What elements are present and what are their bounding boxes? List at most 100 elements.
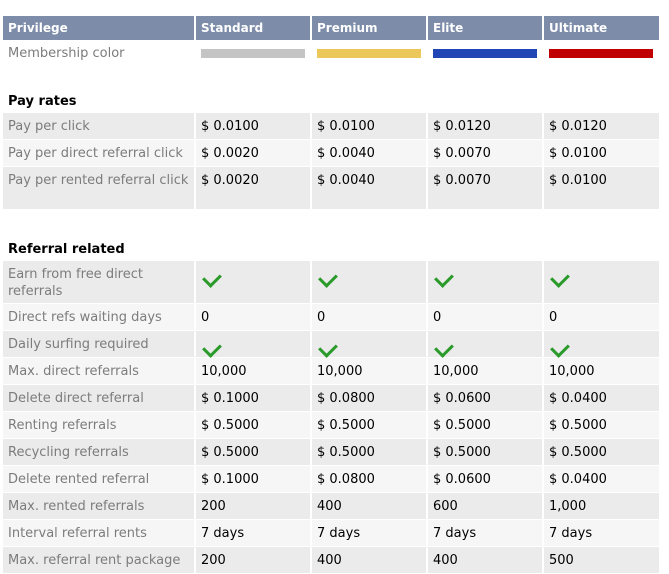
value-cell-ultimate: $ 0.5000 (549, 445, 607, 460)
value-cell-premium: 0 (312, 304, 428, 330)
row-label: Earn from free direct referrals (3, 261, 196, 303)
table-row: Interval referral rents 7 days 7 days 7 day… (3, 520, 659, 547)
value-cell-premium: 7 days (312, 520, 428, 546)
value-cell-standard: 7 days (196, 520, 312, 546)
checkmark-icon (550, 268, 570, 288)
checkmark-icon (434, 268, 454, 288)
value-cell-premium (312, 331, 428, 358)
row-label: Direct refs waiting days (3, 304, 196, 330)
table-row: Max. direct referrals 10,000 10,000 10,000 1… (3, 358, 659, 385)
value-cell-standard: $ 0.0020 (196, 140, 312, 166)
table-row: Pay per click $ 0.0100 $ 0.0100 $ 0.0120 $ 0… (3, 113, 659, 140)
value-cell-ultimate: $ 0.5000 (549, 418, 607, 433)
color-swatch-ultimate (549, 49, 653, 58)
table-row: Direct refs waiting days 0 0 0 0 (3, 304, 659, 331)
value-cell-elite: $ 0.0070 (428, 167, 544, 209)
value-cell-standard (196, 331, 312, 358)
header-plan-elite: Elite (428, 16, 544, 40)
row-label: Max. direct referrals (3, 358, 196, 384)
section-referral-related: Referral related (3, 210, 659, 261)
row-label: Pay per rented referral click (3, 167, 196, 209)
table-row: Delete rented referral $ 0.1000 $ 0.0800 $ … (3, 466, 659, 493)
membership-color-label: Membership color (3, 41, 196, 65)
value-cell-standard: $ 0.5000 (196, 439, 312, 465)
table-row: Daily surfing required (3, 331, 659, 358)
value-cell-elite: $ 0.5000 (428, 412, 544, 438)
value-cell-elite: $ 0.0600 (428, 385, 544, 411)
value-cell-elite: 7 days (428, 520, 544, 546)
value-cell-elite: $ 0.0120 (428, 113, 544, 139)
value-cell-standard (196, 261, 312, 303)
value-cell-elite: $ 0.0070 (428, 140, 544, 166)
value-cell-premium: 400 (312, 493, 428, 519)
checkmark-icon (434, 338, 454, 358)
value-cell-standard: $ 0.0100 (196, 113, 312, 139)
value-cell-standard: 10,000 (196, 358, 312, 384)
checkmark-icon (202, 338, 222, 358)
row-label: Pay per click (3, 113, 196, 139)
value-cell-ultimate: $ 0.0120 (549, 119, 607, 134)
value-cell-standard: $ 0.0020 (196, 167, 312, 209)
value-cell-premium: $ 0.0040 (312, 140, 428, 166)
value-cell-premium (312, 261, 428, 303)
checkmark-icon (318, 268, 338, 288)
value-cell-premium: $ 0.0800 (312, 466, 428, 492)
header-plan-standard: Standard (196, 16, 312, 40)
table-row: Pay per direct referral click $ 0.0020 $ 0… (3, 140, 659, 167)
value-cell-elite: $ 0.5000 (428, 439, 544, 465)
value-cell-elite (428, 331, 544, 358)
row-label: Delete rented referral (3, 466, 196, 492)
color-swatch-elite (433, 49, 537, 58)
value-cell-ultimate (544, 331, 659, 358)
row-label: Recycling referrals (3, 439, 196, 465)
value-cell-ultimate: 10,000 (549, 364, 595, 379)
value-cell-elite: 400 (428, 547, 544, 573)
value-cell-ultimate: 7 days (549, 526, 593, 541)
table-row: Max. rented referrals 200 400 600 1,000 (3, 493, 659, 520)
value-cell-premium: $ 0.5000 (312, 439, 428, 465)
value-cell-premium: $ 0.0800 (312, 385, 428, 411)
table-row: Max. referral rent package 200 400 400 500 (3, 547, 659, 574)
privileges-table: Privilege Standard Premium Elite Ultimat… (3, 16, 659, 574)
value-cell-elite: 600 (428, 493, 544, 519)
value-cell-premium: 400 (312, 547, 428, 573)
row-label: Max. referral rent package (3, 547, 196, 573)
header-plan-ultimate: Ultimate (549, 21, 608, 35)
value-cell-ultimate: 1,000 (549, 499, 587, 514)
table-header: Privilege Standard Premium Elite Ultimat… (3, 16, 659, 41)
value-cell-premium: $ 0.5000 (312, 412, 428, 438)
color-swatch-standard (201, 49, 305, 58)
row-label: Max. rented referrals (3, 493, 196, 519)
value-cell-elite: $ 0.0600 (428, 466, 544, 492)
row-label: Pay per direct referral click (3, 140, 196, 166)
value-cell-elite: 10,000 (428, 358, 544, 384)
value-cell-standard: 200 (196, 547, 312, 573)
header-privilege: Privilege (3, 16, 196, 40)
checkmark-icon (318, 338, 338, 358)
value-cell-ultimate: 0 (549, 310, 558, 325)
value-cell-elite (428, 261, 544, 303)
header-plan-premium: Premium (312, 16, 428, 40)
value-cell-standard: $ 0.1000 (196, 466, 312, 492)
value-cell-ultimate: $ 0.0400 (549, 472, 607, 487)
value-cell-ultimate: 500 (549, 553, 574, 568)
row-label: Daily surfing required (3, 331, 196, 357)
value-cell-ultimate (544, 261, 659, 303)
value-cell-premium: 10,000 (312, 358, 428, 384)
value-cell-elite: 0 (428, 304, 544, 330)
table-row: Delete direct referral $ 0.1000 $ 0.0800 $ … (3, 385, 659, 412)
value-cell-ultimate: $ 0.0400 (549, 391, 607, 406)
value-cell-premium: $ 0.0100 (312, 113, 428, 139)
section-pay-rates: Pay rates (3, 66, 659, 113)
section-title: Referral related (3, 242, 659, 260)
value-cell-standard: $ 0.1000 (196, 385, 312, 411)
table-row: Pay per rented referral click $ 0.0020 $ 0… (3, 167, 659, 210)
value-cell-ultimate: $ 0.0100 (549, 173, 607, 188)
checkmark-icon (202, 268, 222, 288)
value-cell-ultimate: $ 0.0100 (549, 146, 607, 161)
membership-color-row: Membership color (3, 41, 659, 66)
table-row: Renting referrals $ 0.5000 $ 0.5000 $ 0.500… (3, 412, 659, 439)
value-cell-premium: $ 0.0040 (312, 167, 428, 209)
table-row: Recycling referrals $ 0.5000 $ 0.5000 $ 0.5… (3, 439, 659, 466)
value-cell-standard: $ 0.5000 (196, 412, 312, 438)
